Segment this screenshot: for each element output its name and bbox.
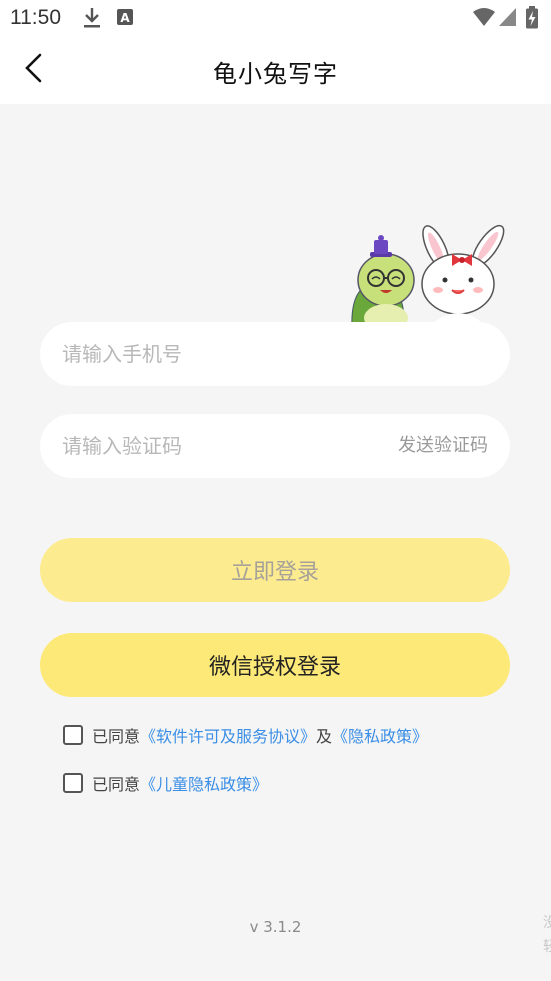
- agree-service-checkbox[interactable]: [63, 725, 83, 745]
- edge-text-clipped: 轻: [543, 939, 551, 955]
- download-icon: [82, 6, 102, 34]
- page-title: 龟小兔写字: [213, 60, 338, 88]
- svg-text:A: A: [120, 11, 130, 25]
- agreement-row-service: 已同意 《软件许可及服务协议》 及 《隐私政策》: [63, 724, 428, 746]
- signal-icon: [498, 6, 518, 32]
- app-bar: 龟小兔写字: [0, 36, 551, 104]
- a-notification-icon: A: [116, 6, 134, 32]
- app-version: v 3.1.2: [249, 918, 302, 936]
- agreement-row-child-privacy: 已同意 《儿童隐私政策》: [63, 772, 268, 794]
- agree-joiner: 及: [316, 727, 333, 746]
- child-privacy-policy-link[interactable]: 《儿童隐私政策》: [140, 771, 268, 795]
- code-field: 发送验证码: [40, 414, 510, 478]
- status-time: 11:50: [10, 6, 61, 29]
- agree-prefix: 已同意: [92, 775, 141, 794]
- phone-input[interactable]: [62, 322, 382, 386]
- wechat-login-button[interactable]: 微信授权登录: [40, 633, 510, 697]
- agree-child-privacy-checkbox[interactable]: [63, 773, 83, 793]
- battery-charging-icon: [525, 6, 539, 34]
- mascot-illustration: [348, 218, 508, 332]
- code-input[interactable]: [62, 414, 382, 478]
- wifi-icon: [472, 6, 496, 32]
- status-bar: 11:50 A: [0, 0, 551, 36]
- service-agreement-link[interactable]: 《软件许可及服务协议》: [140, 723, 316, 747]
- agree-prefix: 已同意: [92, 727, 141, 746]
- login-button[interactable]: 立即登录: [40, 538, 510, 602]
- phone-field: [40, 322, 510, 386]
- privacy-policy-link[interactable]: 《隐私政策》: [332, 723, 428, 747]
- send-code-button[interactable]: 发送验证码: [398, 414, 488, 478]
- edge-text-clipped: 没: [543, 915, 551, 931]
